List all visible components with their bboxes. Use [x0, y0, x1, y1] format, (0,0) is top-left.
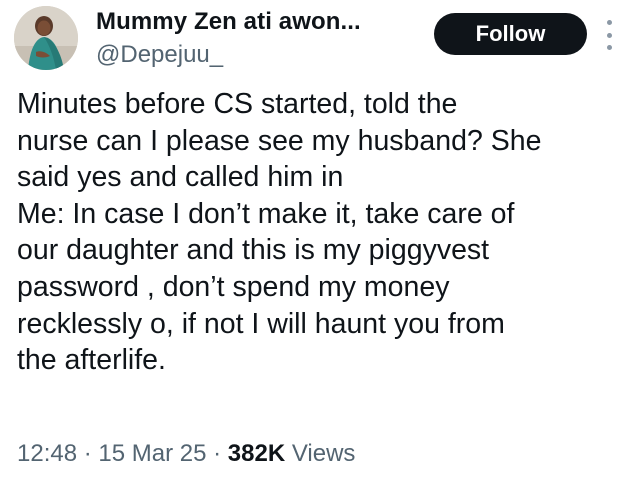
tweet-text-line: said yes and called him in: [17, 161, 344, 194]
profile-photo-icon: [14, 6, 78, 70]
more-dot: [606, 20, 612, 25]
more-dot: [606, 32, 612, 38]
more-dot: [606, 45, 612, 50]
meta-separator: ·: [77, 440, 99, 467]
tweet-text-line: nurse can I please see my husband? She: [17, 124, 542, 157]
tweet-date[interactable]: 15 Mar 25: [98, 440, 206, 467]
tweet-text: Minutes before CS started, told the nurs…: [17, 86, 632, 379]
views-label: Views: [291, 440, 356, 467]
avatar[interactable]: [14, 6, 78, 70]
meta-separator: ·: [206, 440, 228, 467]
more-vertical-icon[interactable]: [602, 20, 616, 50]
tweet-text-line: Minutes before CS started, told the: [17, 88, 458, 120]
tweet-text-line: password , don’t spend my money: [17, 270, 450, 303]
tweet-meta: 12:48 · 15 Mar 25 · 382K Views: [17, 440, 355, 468]
author-display-name[interactable]: Mummy Zen ati awon...: [96, 8, 361, 36]
tweet-text-line: Me: In case I don’t make it, take care o…: [17, 197, 515, 230]
tweet-text-line: the afterlife.: [17, 344, 166, 377]
views-count[interactable]: 382K: [228, 440, 285, 467]
tweet-time[interactable]: 12:48: [17, 440, 77, 467]
follow-button[interactable]: Follow: [434, 13, 587, 55]
tweet-text-line: our daughter and this is my piggyvest: [17, 234, 490, 267]
tweet-card: Mummy Zen ati awon... @Depejuu_ Follow M…: [0, 0, 639, 485]
tweet-text-line: recklessly o, if not I will haunt you fr…: [17, 307, 505, 340]
author-handle[interactable]: @Depejuu_: [96, 41, 223, 69]
